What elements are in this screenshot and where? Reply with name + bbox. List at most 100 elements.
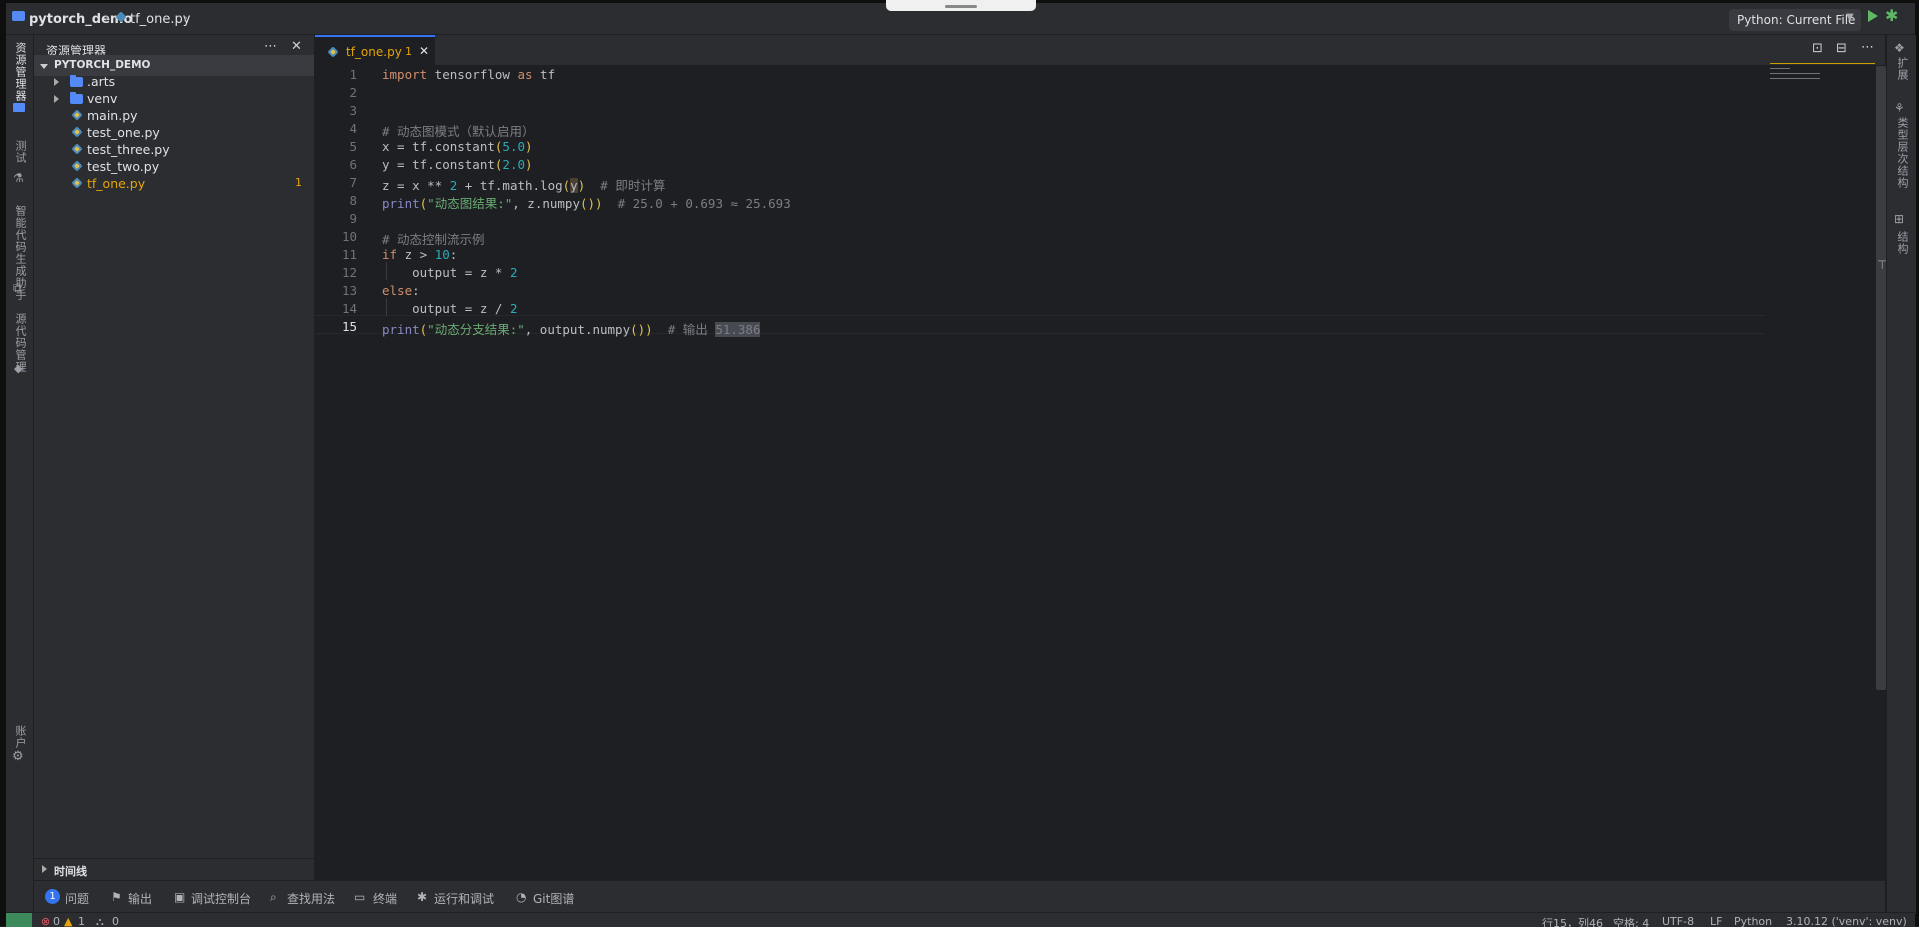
- line-number: 11: [341, 247, 357, 262]
- python-file-icon: [71, 126, 83, 138]
- code-line-5: x = tf.constant(5.0): [382, 139, 533, 154]
- problem-count-badge: 1: [295, 176, 302, 189]
- panel-structure[interactable]: 结构: [1894, 231, 1910, 255]
- line-number: 14: [341, 301, 357, 316]
- split-editor-icon[interactable]: ⊟: [1836, 41, 1847, 56]
- tab-tf-one-py[interactable]: tf_one.py 1 ✕: [315, 35, 435, 65]
- more-actions-icon[interactable]: ⋯: [1861, 40, 1874, 55]
- debug-console-icon: ▣: [174, 890, 186, 904]
- run-config-dropdown[interactable]: Python: Current File ▼: [1729, 9, 1861, 31]
- python-file-icon: [71, 177, 83, 189]
- ports-count[interactable]: 0: [112, 915, 119, 927]
- status-bar: ⊗ 0 ▲ 1 ⛬ 0 行15，列46 空格: 4 UTF-8 LF Pytho…: [6, 912, 1915, 927]
- language-mode[interactable]: Python: [1734, 915, 1772, 927]
- right-tool-bar: ❖ 扩展 ⚘ 类型层次结构 ⊞ 结构: [1886, 35, 1916, 914]
- run-icon[interactable]: [1868, 10, 1878, 22]
- activity-bar: 资源管理器 测试 ⚗ 智能代码生成助手 ⧉ 源代码管理 ◆ 账户 ⚙: [6, 35, 34, 914]
- tree-item-label: main.py: [87, 108, 138, 123]
- indentation[interactable]: 空格: 4: [1613, 915, 1649, 927]
- python-file-icon: [327, 46, 339, 58]
- remote-indicator[interactable]: [6, 913, 32, 927]
- panel-extensions[interactable]: 扩展: [1894, 57, 1910, 81]
- ai-helper-icon[interactable]: ⧉: [13, 281, 22, 296]
- git-icon[interactable]: ◆: [14, 362, 22, 375]
- timeline-label: 时间线: [54, 865, 87, 878]
- gear-icon[interactable]: ⚙: [12, 749, 24, 764]
- close-icon[interactable]: ✕: [291, 39, 302, 54]
- tab-label: tf_one.py: [346, 45, 402, 59]
- close-icon[interactable]: ✕: [419, 44, 429, 58]
- tree-item-label: test_two.py: [87, 159, 160, 174]
- line-number: 13: [341, 283, 357, 298]
- chevron-down-icon: ▼: [1846, 12, 1854, 23]
- structure-icon[interactable]: ⊞: [1894, 212, 1904, 226]
- tree-item-tf-one-py[interactable]: tf_one.py 1: [34, 173, 314, 194]
- line-number-current: 15: [341, 319, 357, 334]
- more-actions-icon[interactable]: ⋯: [264, 39, 277, 54]
- code-line-12: output = z * 2: [382, 265, 518, 280]
- code-editor[interactable]: 1 2 3 4 5 6 7 8 9 10 11 12 13 14 15 impo…: [315, 63, 1885, 880]
- extensions-icon[interactable]: ❖: [1894, 41, 1905, 55]
- line-number: 1: [349, 67, 357, 82]
- warning-count[interactable]: 1: [78, 915, 85, 927]
- timeline-section[interactable]: 时间线: [34, 858, 314, 881]
- line-number: 4: [349, 121, 357, 136]
- indent-guide: [386, 262, 387, 280]
- line-number: 2: [349, 85, 357, 100]
- code-line-10: # 动态控制流示例: [382, 232, 485, 247]
- line-number: 8: [349, 193, 357, 208]
- search-icon: ⌕: [270, 890, 277, 904]
- chevron-right-icon: [54, 78, 59, 86]
- editor-tab-bar: tf_one.py 1 ✕ ⊡ ⊟ ⋯: [315, 35, 1885, 66]
- error-count[interactable]: 0: [53, 915, 60, 927]
- tab-output[interactable]: 输出: [128, 890, 152, 907]
- tab-run-debug[interactable]: 运行和调试: [434, 890, 494, 907]
- line-number: 3: [349, 103, 357, 118]
- tree-item-label: .arts: [87, 74, 116, 89]
- error-icon: ⊗: [41, 915, 51, 927]
- code-line-15: print("动态分支结果:", output.numpy()) # 输出 51…: [382, 322, 761, 337]
- code-line-7: z = x ** 2 + tf.math.log(y) # 即时计算: [382, 178, 666, 193]
- flag-icon: ⚑: [111, 890, 122, 904]
- ports-icon: ⛬: [96, 915, 104, 927]
- window-drag-handle[interactable]: [886, 0, 1036, 11]
- code-line-11: if z > 10:: [382, 247, 458, 262]
- hierarchy-icon[interactable]: ⚘: [1894, 101, 1905, 115]
- folder-icon: [70, 92, 83, 104]
- activity-test[interactable]: 测试: [12, 140, 28, 164]
- activity-explorer[interactable]: 资源管理器: [12, 42, 28, 102]
- tree-item-label: tf_one.py: [87, 176, 146, 191]
- tree-item-label: venv: [87, 91, 118, 106]
- tab-badge: 1: [405, 45, 412, 58]
- chevron-right-icon: [54, 95, 59, 103]
- panel-type-hierarchy[interactable]: 类型层次结构: [1894, 117, 1910, 189]
- activity-account[interactable]: 账户: [12, 725, 28, 749]
- handle-grip: [945, 5, 977, 8]
- git-graph-icon: ◔: [516, 890, 527, 904]
- tab-problems[interactable]: 问题: [65, 890, 89, 907]
- minimap[interactable]: [1770, 63, 1875, 80]
- open-preview-icon[interactable]: ⊡: [1812, 41, 1823, 56]
- minimap-line: [1770, 78, 1820, 79]
- line-number: 5: [349, 139, 357, 154]
- code-line-14: output = z / 2: [382, 301, 518, 316]
- tab-git-graph[interactable]: Git图谱: [533, 890, 574, 907]
- line-ending[interactable]: LF: [1710, 915, 1722, 927]
- project-folder-icon: [12, 11, 25, 21]
- vertical-scrollbar[interactable]: [1876, 66, 1886, 690]
- line-number: 12: [341, 265, 357, 280]
- tab-debug-console[interactable]: 调试控制台: [191, 890, 251, 907]
- encoding[interactable]: UTF-8: [1662, 915, 1694, 927]
- breadcrumb-file[interactable]: tf_one.py: [130, 12, 190, 27]
- debug-icon[interactable]: ✱: [1885, 6, 1898, 25]
- minimap-line: [1770, 68, 1790, 69]
- minimap-viewport-marker: [1770, 63, 1875, 64]
- python-file-icon: [71, 143, 83, 155]
- flask-icon[interactable]: ⚗: [13, 171, 24, 185]
- folder-icon[interactable]: [13, 103, 25, 112]
- python-interpreter[interactable]: 3.10.12 ('venv': venv): [1786, 915, 1907, 927]
- bug-icon: ✱: [417, 890, 428, 904]
- cursor-position[interactable]: 行15，列46: [1542, 915, 1603, 927]
- tab-terminal[interactable]: 终端: [373, 890, 397, 907]
- tab-find-usages[interactable]: 查找用法: [287, 890, 335, 907]
